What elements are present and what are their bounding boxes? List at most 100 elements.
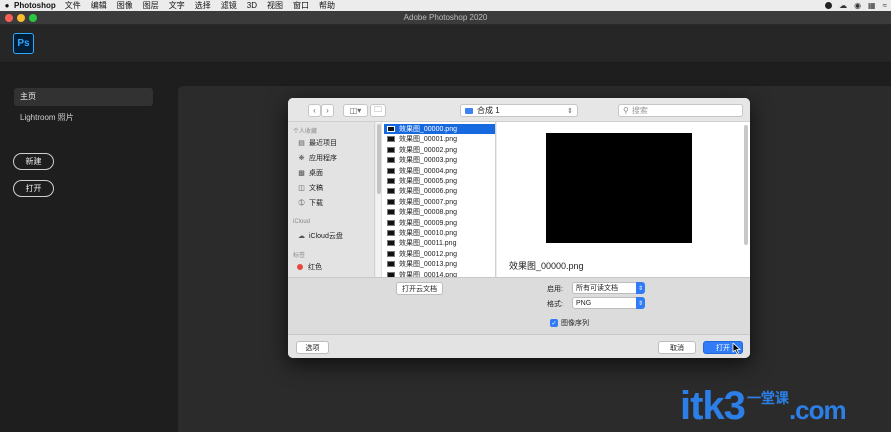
- location-popup[interactable]: 合成 1 ⇕: [460, 104, 578, 117]
- menu-edit[interactable]: 编辑: [91, 0, 107, 11]
- preview-scrollbar[interactable]: [744, 125, 748, 245]
- menu-bar: ● Photoshop 文件 编辑 图像 图层 文字 选择 滤镜 3D 视图 窗…: [0, 0, 891, 11]
- home-sidebar: 主页 Lightroom 照片 新建 打开: [0, 64, 165, 432]
- photoshop-logo-icon: Ps: [13, 33, 34, 54]
- new-button[interactable]: 新建: [13, 153, 54, 170]
- dialog-sidebar: 个人收藏 ▤ 最近项目 ❋ 应用程序 ▩ 桌面 ◫ 文稿 ➀ 下载 iCloud ☁ iCl…: [288, 122, 375, 277]
- sidebar-item-icloud-drive[interactable]: ☁ iCloud云盘: [297, 231, 343, 241]
- window-titlebar: Adobe Photoshop 2020: [0, 11, 891, 25]
- file-list-item[interactable]: 效果图_00011.png: [384, 238, 495, 248]
- dialog-toolbar: ‹ › ◫▾ 🗀 合成 1 ⇕ ⚲ 搜索: [288, 98, 750, 122]
- file-list[interactable]: 效果图_00000.png 效果图_00001.png 效果图_00002.png 效…: [376, 122, 496, 277]
- preview-filename: 效果图_00000.png: [509, 261, 584, 271]
- sidebar-item-desktop[interactable]: ▩ 桌面: [297, 168, 323, 178]
- image-file-icon: [387, 230, 395, 236]
- menu-file[interactable]: 文件: [65, 0, 81, 11]
- image-file-icon: [387, 240, 395, 247]
- forward-button[interactable]: ›: [321, 104, 334, 117]
- scrollbar-thumb[interactable]: [377, 124, 381, 194]
- sidebar-item-tag-red[interactable]: 红色: [297, 262, 322, 272]
- apple-menu-icon[interactable]: ●: [0, 1, 14, 10]
- format-select[interactable]: PNG ⇕: [572, 297, 645, 309]
- menu-help[interactable]: 帮助: [319, 0, 335, 11]
- file-list-item[interactable]: 效果图_00008.png: [384, 207, 495, 217]
- file-list-item[interactable]: 效果图_00007.png: [384, 197, 495, 207]
- updown-arrows-icon: ⇕: [636, 282, 645, 294]
- sidebar-item-applications[interactable]: ❋ 应用程序: [297, 153, 337, 163]
- dialog-options: 打开云文档 启用: 所有可读文档 ⇕ 格式: PNG ⇕ ✓ 图像序列: [288, 277, 750, 334]
- menu-filter[interactable]: 滤镜: [221, 0, 237, 11]
- file-name: 效果图_00004.png: [399, 167, 457, 175]
- menu-app-name[interactable]: Photoshop: [14, 1, 56, 10]
- file-list-item[interactable]: 效果图_00003.png: [384, 155, 495, 165]
- updown-arrows-icon: ⇕: [636, 297, 645, 309]
- menu-layer[interactable]: 图层: [143, 0, 159, 11]
- status-tray: ☁ ◉ ▦ ≈: [825, 0, 887, 11]
- open-cloud-document-button[interactable]: 打开云文档: [396, 282, 443, 295]
- menu-3d[interactable]: 3D: [247, 1, 257, 10]
- sidebar-item-documents[interactable]: ◫ 文稿: [297, 183, 323, 193]
- file-list-item[interactable]: 效果图_00004.png: [384, 166, 495, 176]
- file-list-item[interactable]: 效果图_00000.png: [384, 124, 495, 134]
- file-list-item[interactable]: 效果图_00009.png: [384, 218, 495, 228]
- view-mode-button[interactable]: ◫▾: [343, 104, 368, 117]
- documents-icon: ◫: [298, 185, 305, 192]
- file-list-item[interactable]: 效果图_00012.png: [384, 249, 495, 259]
- desktop-icon: ▩: [298, 170, 305, 177]
- file-name: 效果图_00010.png: [399, 230, 457, 237]
- window-title: Adobe Photoshop 2020: [403, 13, 488, 22]
- file-list-scrollbar[interactable]: [376, 122, 382, 277]
- wifi-icon[interactable]: ≈: [883, 1, 887, 10]
- preview-pane: 效果图_00000.png: [497, 122, 750, 277]
- new-folder-button[interactable]: 🗀: [370, 104, 386, 117]
- file-name: 效果图_00002.png: [399, 146, 457, 154]
- chevron-right-icon: ›: [326, 106, 329, 115]
- file-list-item[interactable]: 效果图_00006.png: [384, 186, 495, 196]
- image-sequence-checkbox-row[interactable]: ✓ 图像序列: [550, 318, 589, 328]
- file-list-item[interactable]: 效果图_00013.png: [384, 259, 495, 269]
- cloud-icon: ☁: [298, 233, 305, 240]
- menu-view[interactable]: 视图: [267, 0, 283, 11]
- enable-label: 启用:: [547, 286, 563, 293]
- format-label: 格式:: [547, 301, 563, 308]
- sidebar-item-downloads[interactable]: ➀ 下载: [297, 198, 323, 208]
- sidebar-item-lightroom[interactable]: Lightroom 照片: [20, 112, 74, 123]
- menu-type[interactable]: 文字: [169, 0, 185, 11]
- menu-window[interactable]: 窗口: [293, 0, 309, 11]
- file-name: 效果图_00007.png: [399, 198, 457, 206]
- preview-image: [546, 133, 692, 243]
- favorites-heading: 个人收藏: [293, 129, 318, 135]
- file-name: 效果图_00014.png: [399, 271, 457, 277]
- enable-value: 所有可读文档: [576, 285, 618, 292]
- open-button[interactable]: 打开: [13, 180, 54, 197]
- recents-icon: ▤: [298, 140, 305, 147]
- menu-select[interactable]: 选择: [195, 0, 211, 11]
- app-header: Ps: [0, 25, 891, 63]
- file-list-item[interactable]: 效果图_00002.png: [384, 145, 495, 155]
- file-name: 效果图_00011.png: [399, 240, 457, 248]
- record-icon[interactable]: [825, 2, 833, 9]
- file-name: 效果图_00006.png: [399, 188, 457, 196]
- folder-icon: 🗀: [374, 104, 382, 114]
- image-file-icon: [387, 198, 395, 205]
- grid-icon[interactable]: ▦: [868, 1, 876, 10]
- file-name: 效果图_00005.png: [399, 178, 457, 185]
- sidebar-item-label: 文稿: [309, 185, 323, 192]
- file-list-item[interactable]: 效果图_00014.png: [384, 270, 495, 277]
- back-button[interactable]: ‹: [308, 104, 321, 117]
- sidebar-item-home[interactable]: 主页: [14, 88, 153, 106]
- file-list-item[interactable]: 效果图_00001.png: [384, 134, 495, 144]
- file-list-item[interactable]: 效果图_00005.png: [384, 176, 495, 186]
- options-button[interactable]: 选项: [296, 341, 329, 354]
- sidebar-item-recents[interactable]: ▤ 最近项目: [297, 138, 337, 148]
- menu-image[interactable]: 图像: [117, 0, 133, 11]
- file-list-item[interactable]: 效果图_00010.png: [384, 228, 495, 238]
- enable-select[interactable]: 所有可读文档 ⇕: [572, 282, 645, 294]
- image-file-icon: [387, 157, 395, 164]
- wechat-icon[interactable]: ◉: [854, 1, 861, 10]
- search-input[interactable]: ⚲ 搜索: [618, 104, 743, 117]
- icloud-heading: iCloud: [293, 219, 311, 225]
- cancel-button[interactable]: 取消: [658, 341, 696, 354]
- checkbox-checked-icon[interactable]: ✓: [550, 319, 558, 327]
- cloud-icon[interactable]: ☁: [839, 1, 847, 10]
